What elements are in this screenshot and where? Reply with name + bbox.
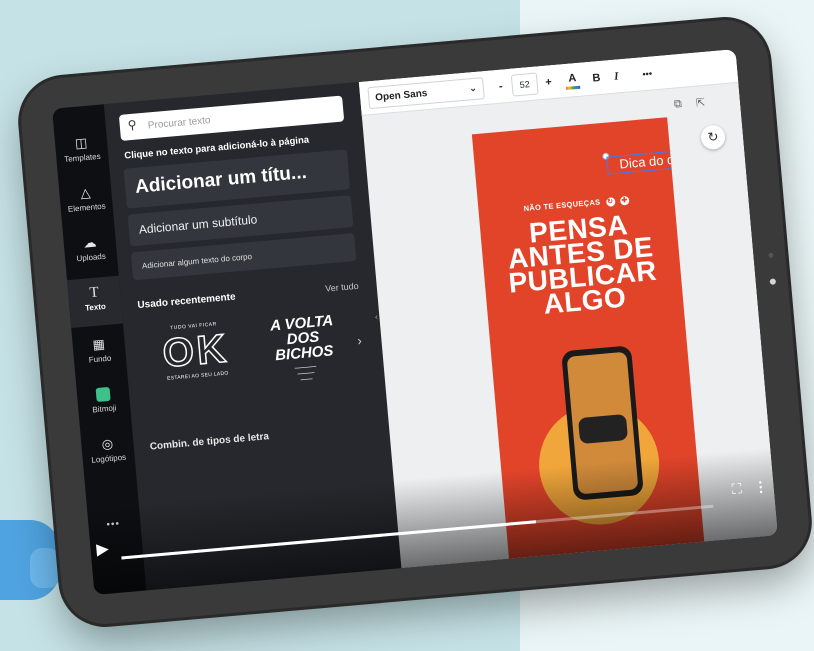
- duplicate-page-icon[interactable]: ⧉: [674, 98, 683, 112]
- hand-finger-illustration: [30, 548, 60, 588]
- decrease-size-button[interactable]: -: [493, 75, 509, 98]
- increase-size-button[interactable]: +: [541, 71, 557, 94]
- bold-button[interactable]: B: [589, 67, 605, 90]
- sidebar-item-label: Texto: [84, 301, 107, 313]
- logo-icon: ◎: [101, 435, 114, 452]
- font-combo-ok[interactable]: TUDO VAI FICAR OK ESTAREI AO SEU LADO: [143, 319, 249, 405]
- move-handle-icon[interactable]: ✚: [619, 195, 630, 206]
- text-color-button[interactable]: A: [564, 69, 581, 90]
- sidebar-item-label: Templates: [63, 151, 101, 164]
- font-combo-volta[interactable]: A VOLTA DOS BICHOS ━━━━━━━━━ ━━━━━━━ ━━━━━: [255, 312, 353, 392]
- volta-card-title: A VOLTA DOS BICHOS: [269, 312, 335, 365]
- camera-icon: [769, 278, 777, 285]
- sidebar-item-templates[interactable]: ◫ Templates: [55, 134, 109, 164]
- volta-card-decoration: ━━━━━━━━━ ━━━━━━━ ━━━━━: [294, 363, 317, 383]
- sidebar-item-label: Elementos: [67, 201, 106, 214]
- chevron-down-icon: ⌄: [468, 82, 478, 94]
- templates-icon: ◫: [74, 134, 88, 151]
- sidebar-item-label: Uploads: [76, 251, 107, 264]
- selected-text-box[interactable]: Dica do dia: [606, 148, 698, 175]
- elements-icon: △: [79, 184, 92, 201]
- scene: ◫ Templates △ Elementos ☁ Uploads T Text…: [0, 0, 814, 651]
- rotate-handle-icon[interactable]: ↻: [605, 196, 616, 207]
- recent-heading: Usado recentemente: [137, 291, 236, 312]
- chevron-right-icon[interactable]: ›: [357, 333, 363, 348]
- tablet-screen: ◫ Templates △ Elementos ☁ Uploads T Text…: [52, 49, 778, 595]
- refresh-icon[interactable]: ↻: [700, 124, 727, 151]
- play-icon[interactable]: ▶: [90, 537, 116, 563]
- sidebar-item-background[interactable]: ▦ Fundo: [72, 335, 126, 365]
- font-family-value: Open Sans: [374, 88, 428, 104]
- more-options-button[interactable]: •••: [636, 62, 658, 86]
- camera-sensor-icon: [768, 252, 774, 258]
- font-family-select[interactable]: Open Sans ⌄: [367, 77, 485, 110]
- tablet-device: ◫ Templates △ Elementos ☁ Uploads T Text…: [17, 16, 813, 628]
- search-input[interactable]: [118, 95, 345, 141]
- upload-icon: ☁: [82, 234, 97, 251]
- vr-headset-image: [578, 413, 629, 445]
- sidebar-item-label: Logótipos: [91, 452, 127, 465]
- subhead-text: NÃO TE ESQUEÇAS: [523, 197, 601, 214]
- background-icon: ▦: [91, 336, 106, 353]
- kebab-menu-icon[interactable]: ⋮: [753, 478, 768, 497]
- sidebar-item-logos[interactable]: ◎ Logótipos: [81, 435, 135, 465]
- text-icon: T: [88, 284, 100, 302]
- sidebar-item-label: Bitmoji: [92, 403, 117, 415]
- sidebar-item-uploads[interactable]: ☁ Uploads: [63, 234, 117, 264]
- add-page-icon[interactable]: ⇱: [695, 96, 706, 110]
- see-all-link[interactable]: Ver tudo: [325, 281, 359, 294]
- design-headline[interactable]: PENSA ANTES DE PUBLICAR ALGO: [480, 209, 684, 322]
- search-icon: ⚲: [127, 117, 138, 133]
- sidebar-item-label: Fundo: [88, 353, 112, 365]
- font-combos-heading: Combin. de tipos de letra: [149, 431, 270, 453]
- fullscreen-icon[interactable]: ⛶: [727, 480, 747, 500]
- sidebar-item-elements[interactable]: △ Elementos: [59, 184, 113, 214]
- sidebar-item-bitmoji[interactable]: Bitmoji: [77, 385, 131, 415]
- italic-button[interactable]: I: [608, 65, 624, 88]
- sidebar-item-text[interactable]: T Texto: [67, 275, 124, 328]
- font-size-input[interactable]: 52: [510, 72, 539, 97]
- bitmoji-icon: [95, 386, 111, 403]
